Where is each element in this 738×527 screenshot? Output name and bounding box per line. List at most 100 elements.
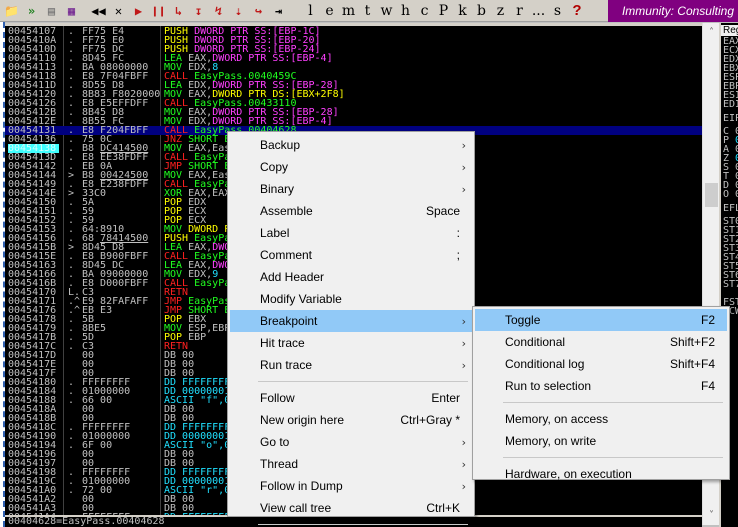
windows-button[interactable]: w — [377, 3, 396, 19]
menu-item-follow-in-dump[interactable]: Follow in Dump › — [230, 475, 472, 497]
scroll-up-icon[interactable]: ˄ — [703, 27, 720, 38]
chevron-right-icon: › — [461, 435, 466, 449]
window-icon[interactable]: ▤ — [43, 2, 60, 19]
toolbar: 📁 » ▤ ▦ ◀◀ ✕ ▶ ❙❙ ↳ ↧ ↯ ⇣ ↪ ⇥ l e m t w … — [0, 0, 738, 22]
menu-item-label: View call tree — [260, 501, 332, 515]
menu-item-view-call-tree[interactable]: View call tree Ctrl+K — [230, 497, 472, 519]
menu-item-label: Hardware, on execution — [505, 467, 632, 481]
bp-menu-item-memory-on-write[interactable]: Memory, on write — [475, 430, 727, 452]
pause-icon[interactable]: ❙❙ — [150, 2, 167, 19]
menu-item-assemble[interactable]: Assemble Space — [230, 200, 472, 222]
menu-item-binary[interactable]: Binary › — [230, 178, 472, 200]
menu-item-label: Label — [260, 226, 290, 240]
trace-over-icon[interactable]: ⇣ — [230, 2, 247, 19]
trace-into-icon[interactable]: ↯ — [210, 2, 227, 19]
breakpoint-submenu: Toggle F2 Conditional Shift+F2 Conditional l… — [472, 306, 730, 481]
source-button[interactable]: s — [548, 3, 567, 19]
flag-o[interactable]: O 0 — [723, 190, 738, 200]
scroll-thumb[interactable] — [705, 183, 718, 207]
menu-item-label: New origin here — [260, 413, 345, 427]
restart-icon[interactable]: » — [23, 2, 40, 19]
menu-separator — [503, 402, 723, 403]
cpu-button[interactable]: c — [415, 3, 434, 19]
step-into-icon[interactable]: ↳ — [170, 2, 187, 19]
menu-item-shortcut: Shift+F4 — [669, 357, 715, 371]
log-window-button[interactable]: l — [301, 3, 320, 19]
bp-menu-item-run-to-selection[interactable]: Run to selection F4 — [475, 375, 727, 397]
register-eip[interactable]: EIP — [723, 114, 738, 124]
executable-modules-button[interactable]: e — [320, 3, 339, 19]
hardware-breakpoints-button[interactable]: z — [491, 3, 510, 19]
menu-item-label: Memory, on access — [505, 412, 609, 426]
menu-item-label: Go to — [260, 435, 290, 449]
menu-item-label: Breakpoint — [260, 314, 318, 328]
menu-item-label: Copy — [260, 160, 289, 174]
menu-item-shortcut: F2 — [700, 313, 715, 327]
chevron-right-icon: › — [461, 358, 466, 372]
menu-item-comment[interactable]: Comment; — [230, 244, 472, 266]
bp-menu-item-conditional[interactable]: Conditional Shift+F2 — [475, 331, 727, 353]
menu-item-shortcut: Enter — [431, 391, 460, 405]
register-st7[interactable]: ST7 — [723, 280, 738, 290]
go-to-icon[interactable]: ⇥ — [270, 2, 287, 19]
menu-separator — [258, 524, 468, 525]
patches-button[interactable]: P — [434, 3, 453, 19]
bp-menu-item-memory-on-access[interactable]: Memory, on access — [475, 408, 727, 430]
run-trace-button[interactable]: r — [510, 3, 529, 19]
open-folder-icon[interactable]: 📁 — [3, 2, 20, 19]
bp-menu-item-conditional-log[interactable]: Conditional log Shift+F4 — [475, 353, 727, 375]
registers-header[interactable]: Reg — [721, 25, 738, 36]
menu-item-modify-variable[interactable]: Modify Variable — [230, 288, 472, 310]
jump-marker: . — [68, 341, 75, 352]
jump-marker: . — [68, 440, 75, 451]
jump-marker: . — [68, 485, 75, 496]
menu-item-label: Add Header — [260, 270, 325, 284]
menu-item-shortcut: : — [456, 226, 460, 240]
menu-item-copy[interactable]: Copy › — [230, 156, 472, 178]
menu-item-new-origin-here[interactable]: New origin here Ctrl+Gray * — [230, 409, 472, 431]
context-menu: Backup › Copy › Binary › Assemble Space Label: Co… — [227, 131, 475, 525]
chevron-right-icon: › — [461, 336, 466, 350]
menu-item-label: Assemble — [260, 204, 313, 218]
menu-item-backup[interactable]: Backup › — [230, 134, 472, 156]
rewind-icon[interactable]: ◀◀ — [90, 2, 107, 19]
chevron-right-icon: › — [461, 138, 466, 152]
chevron-right-icon: › — [461, 314, 466, 328]
menu-item-breakpoint[interactable]: Breakpoint › — [230, 310, 472, 332]
register-edi[interactable]: EDI — [723, 100, 738, 110]
menu-item-label: Run trace — [260, 358, 313, 372]
step-over-icon[interactable]: ↧ — [190, 2, 207, 19]
menu-item-label: Run to selection — [505, 379, 592, 393]
register-efl[interactable]: EFL — [723, 204, 738, 214]
menu-separator — [503, 457, 723, 458]
menu-item-label: Follow — [260, 391, 295, 405]
menu-item-go-to[interactable]: Go to › — [230, 431, 472, 453]
menu-item-follow[interactable]: Follow Enter — [230, 387, 472, 409]
breakpoints-button[interactable]: b — [472, 3, 491, 19]
help-icon[interactable]: ? — [567, 2, 587, 19]
menu-item-shortcut: Shift+F2 — [669, 335, 715, 349]
menu-item-add-header[interactable]: Add Header — [230, 266, 472, 288]
close-icon[interactable]: ✕ — [110, 2, 127, 19]
call-stack-button[interactable]: k — [453, 3, 472, 19]
threads-button[interactable]: t — [358, 3, 377, 19]
menu-item-label: Backup — [260, 138, 301, 152]
menu-item-run-trace[interactable]: Run trace › — [230, 354, 472, 376]
memory-map-button[interactable]: m — [339, 3, 358, 19]
bp-menu-item-hardware-on-execution[interactable]: Hardware, on execution — [475, 463, 727, 485]
grid-icon[interactable]: ▦ — [63, 2, 80, 19]
menu-item-shortcut: F4 — [700, 379, 715, 393]
menu-item-label[interactable]: Label: — [230, 222, 472, 244]
more-button[interactable]: ... — [529, 3, 548, 19]
menu-item-label: Follow in Dump — [260, 479, 343, 493]
bp-menu-item-toggle[interactable]: Toggle F2 — [475, 309, 727, 331]
menu-item-thread[interactable]: Thread › — [230, 453, 472, 475]
handles-button[interactable]: h — [396, 3, 415, 19]
menu-item-hit-trace[interactable]: Hit trace › — [230, 332, 472, 354]
run-icon[interactable]: ▶ — [130, 2, 147, 19]
menu-item-label: Modify Variable — [260, 292, 342, 306]
scroll-down-icon[interactable]: ˅ — [703, 510, 720, 521]
menu-item-label: Comment — [260, 248, 313, 262]
menu-item-shortcut: ; — [456, 248, 460, 262]
execute-till-return-icon[interactable]: ↪ — [250, 2, 267, 19]
